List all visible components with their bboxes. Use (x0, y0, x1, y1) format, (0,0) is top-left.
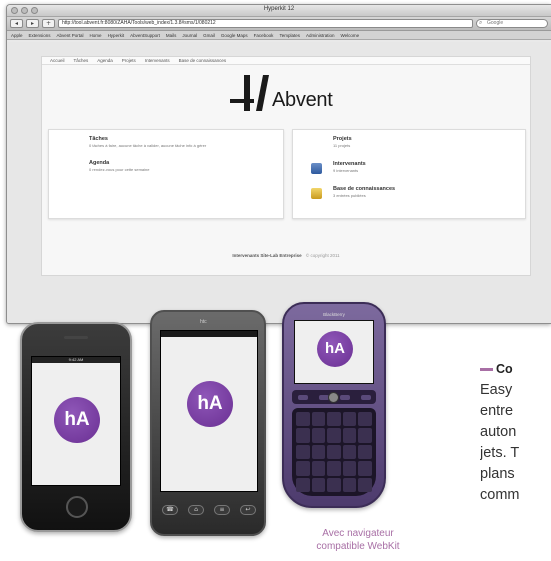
browser-toolbar: ◂ ▸ + http://tool.abvent.fr:8080/ZAHA/To… (7, 17, 551, 31)
bookmark-item[interactable]: Google Maps (221, 33, 248, 38)
contributors-desc: 9 intervenants (333, 168, 359, 173)
bookmark-item[interactable]: Abvent Portal (57, 33, 84, 38)
bookmarks-bar: Apple Extensions Abvent Portal Home Hype… (7, 31, 551, 40)
caption-line-1: Avec navigateur (322, 528, 394, 539)
htc-screen: hA (160, 330, 258, 492)
contributors-entry[interactable]: Intervenants 9 intervenants (333, 161, 513, 173)
bookmark-item[interactable]: Extensions (29, 33, 51, 38)
ha-app-logo: hA (54, 397, 100, 443)
htc-status-bar (161, 331, 257, 337)
blackberry-brand-label: BlackBerry (323, 312, 345, 317)
footer-links[interactable]: Intervenants Site-Lab Entreprise (232, 253, 301, 258)
iphone-screen: 9:42 AM hA (31, 356, 121, 486)
tasks-title: Tâches (89, 136, 108, 142)
bookmark-item[interactable]: Hyperkit (108, 33, 125, 38)
bookmark-item[interactable]: Journal (182, 33, 197, 38)
bookmark-item[interactable]: Mails (166, 33, 177, 38)
iphone-device: 9:42 AM hA (20, 322, 132, 532)
projects-desc: 11 projets (333, 143, 351, 148)
device-caption: Avec navigateur compatible WebKit (298, 527, 418, 553)
side-heading: Co (480, 359, 551, 380)
bookmark-item[interactable]: Home (90, 33, 102, 38)
search-placeholder: Google (487, 20, 504, 26)
logo-text: Abvent (272, 89, 333, 111)
address-bar[interactable]: http://tool.abvent.fr:8080/ZAHA/Tools/we… (58, 19, 473, 28)
knowledge-base-desc: 3 entrées publiées (333, 193, 366, 198)
side-text-line: auton (480, 424, 517, 440)
browser-window: Hyperkit 12 ◂ ▸ + http://tool.abvent.fr:… (6, 4, 551, 324)
htc-device: htc hA ☎ ⌂ ≡ ↩ (150, 310, 266, 536)
agenda-entry[interactable]: Agenda 0 rendez-vous pour cette semaine (89, 160, 269, 172)
search-icon: ⌕ (479, 20, 483, 26)
dashboard-right-panel: Projets 11 projets Intervenants 9 interv… (292, 129, 526, 219)
bookmark-item[interactable]: Templates (279, 33, 300, 38)
footer-copyright: © copyright 2011 (305, 253, 340, 258)
side-text-line: Easy (480, 382, 513, 398)
knowledge-base-entry[interactable]: Base de connaissances 3 entrées publiées (333, 186, 513, 198)
search-field[interactable]: ⌕ Google (476, 19, 548, 28)
caption-line-2: compatible WebKit (316, 541, 400, 552)
back-button[interactable]: ◂ (10, 19, 23, 28)
bookmark-item[interactable]: Gmail (203, 33, 215, 38)
add-bookmark-button[interactable]: + (42, 19, 55, 28)
contacts-icon (311, 163, 322, 174)
projects-entry[interactable]: Projets 11 projets (333, 136, 513, 148)
tasks-desc: 0 tâches à faire, aucune tâche à valider… (89, 143, 207, 148)
htc-brand-label: htc (200, 319, 207, 325)
side-text-line: entre (480, 403, 514, 419)
iphone-speaker (64, 336, 88, 339)
bookmark-item[interactable]: Facebook (254, 33, 274, 38)
knowledge-base-title: Base de connaissances (333, 186, 396, 192)
bookmark-item[interactable]: Administration (306, 33, 335, 38)
forward-button[interactable]: ▸ (26, 19, 39, 28)
site-nav: Accueil Tâches Agenda Projets Intervenan… (42, 57, 530, 65)
tasks-entry[interactable]: Tâches 0 tâches à faire, aucune tâche à … (89, 136, 269, 148)
ha-app-logo: hA (317, 331, 353, 367)
ha-app-logo: hA (187, 381, 233, 427)
home-icon: ⌂ (188, 505, 204, 515)
projects-title: Projets (333, 136, 352, 142)
bookmark-item[interactable]: Welcome (340, 33, 359, 38)
blackberry-device: BlackBerry hA (282, 302, 386, 508)
abvent-logo-mark (230, 75, 269, 111)
contributors-title: Intervenants (333, 161, 366, 167)
bookmark-item[interactable]: Apple (11, 33, 23, 38)
htc-hardware-keys: ☎ ⌂ ≡ ↩ (162, 500, 256, 520)
phone-call-icon: ☎ (162, 505, 178, 515)
iphone-status-bar: 9:42 AM (32, 357, 120, 363)
nav-item-agenda[interactable]: Agenda (97, 58, 113, 63)
menu-icon: ≡ (214, 505, 230, 515)
nav-item-taches[interactable]: Tâches (74, 58, 89, 63)
nav-item-knowledge-base[interactable]: Base de connaissances (179, 58, 227, 63)
side-text-column: Co Easy entre auton jets. T plans comm (480, 359, 551, 506)
agenda-desc: 0 rendez-vous pour cette semaine (89, 167, 150, 172)
blackberry-screen: hA (294, 320, 374, 384)
window-titlebar: Hyperkit 12 (7, 5, 551, 17)
side-text-line: jets. T (480, 445, 520, 461)
window-title: Hyperkit 12 (263, 6, 295, 12)
home-button (66, 496, 88, 518)
nav-item-intervenants[interactable]: Intervenants (145, 58, 170, 63)
trackball-icon (328, 392, 339, 403)
folder-icon (311, 188, 322, 199)
bookmark-item[interactable]: AbventSupport (130, 33, 160, 38)
agenda-title: Agenda (89, 160, 110, 166)
side-text-line: plans (480, 466, 515, 482)
page-viewport: Accueil Tâches Agenda Projets Intervenan… (7, 42, 551, 323)
abvent-logo: Abvent (228, 73, 358, 117)
web-page: Accueil Tâches Agenda Projets Intervenan… (41, 56, 531, 276)
blackberry-keyboard (292, 408, 376, 496)
back-icon: ↩ (240, 505, 256, 515)
dashboard-left-panel: Tâches 0 tâches à faire, aucune tâche à … (48, 129, 284, 219)
heading-accent-bar (480, 368, 493, 372)
page-footer: Intervenants Site-Lab Entreprise © copyr… (42, 253, 530, 258)
nav-item-accueil[interactable]: Accueil (50, 58, 65, 63)
nav-item-projets[interactable]: Projets (122, 58, 136, 63)
side-text-line: comm (480, 487, 520, 503)
